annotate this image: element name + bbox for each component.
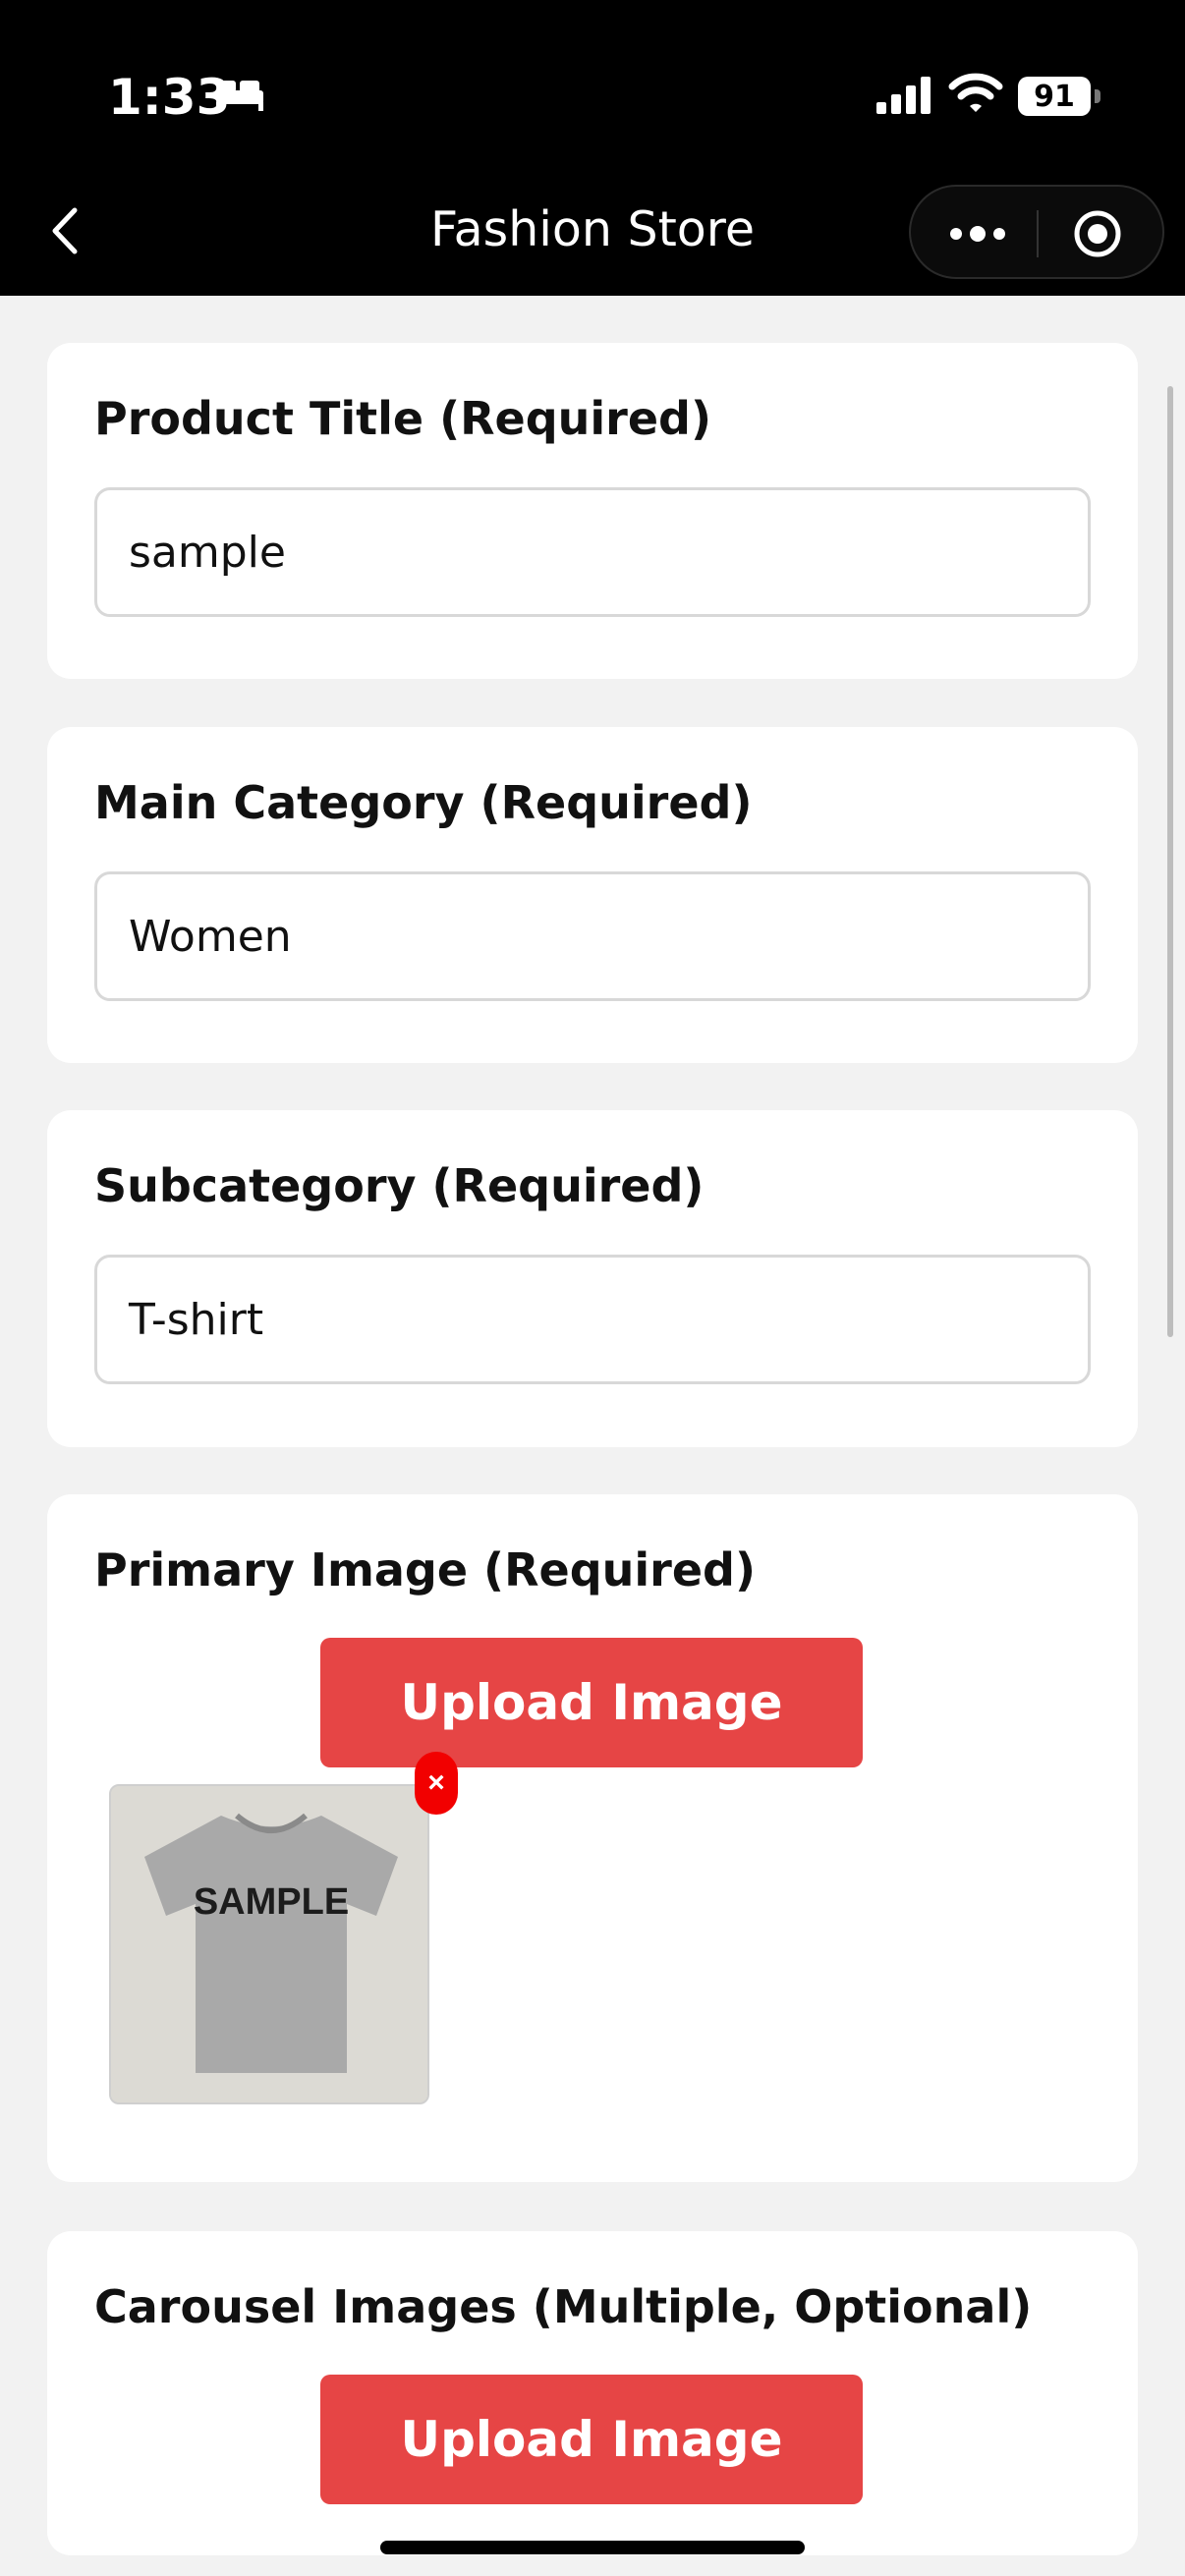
primary-image-card: Primary Image (Required) Upload Image SA… [47, 1494, 1138, 2182]
mini-program-capsule [909, 185, 1164, 279]
scrollbar[interactable] [1167, 386, 1173, 1337]
subcategory-label: Subcategory (Required) [94, 1159, 705, 1212]
product-title-card: Product Title (Required) sample [47, 343, 1138, 679]
primary-image-thumbnail[interactable]: SAMPLE [109, 1784, 429, 2104]
main-category-input[interactable]: Women [94, 871, 1091, 1001]
subcategory-card: Subcategory (Required) T-shirt [47, 1110, 1138, 1447]
carousel-images-label: Carousel Images (Multiple, Optional) [94, 2280, 1033, 2333]
status-time: 1:33 [108, 69, 231, 126]
tshirt-image: SAMPLE [111, 1786, 427, 2102]
product-title-input[interactable]: sample [94, 487, 1091, 617]
carousel-upload-button[interactable]: Upload Image [320, 2375, 863, 2504]
cellular-signal-icon [876, 77, 931, 114]
close-target-icon[interactable] [1073, 209, 1122, 258]
primary-image-label: Primary Image (Required) [94, 1543, 756, 1596]
capsule-divider [1037, 210, 1039, 257]
bed-icon [216, 81, 263, 111]
top-bar: 1:33 91 Fashion Store [0, 0, 1185, 296]
subcategory-input[interactable]: T-shirt [94, 1255, 1091, 1384]
wifi-icon [948, 73, 1003, 112]
primary-upload-button[interactable]: Upload Image [320, 1638, 863, 1767]
home-indicator[interactable] [380, 2541, 805, 2554]
carousel-images-card: Carousel Images (Multiple, Optional) Upl… [47, 2231, 1138, 2555]
more-dots-icon[interactable] [948, 224, 1007, 244]
remove-image-button[interactable]: × [415, 1752, 458, 1815]
main-category-label: Main Category (Required) [94, 776, 753, 829]
product-title-label: Product Title (Required) [94, 392, 711, 445]
tshirt-print-text: SAMPLE [194, 1881, 349, 1923]
battery-tip [1095, 89, 1100, 103]
battery-level: 91 [1018, 77, 1091, 116]
battery-indicator: 91 [1018, 77, 1100, 116]
main-category-card: Main Category (Required) Women [47, 727, 1138, 1063]
